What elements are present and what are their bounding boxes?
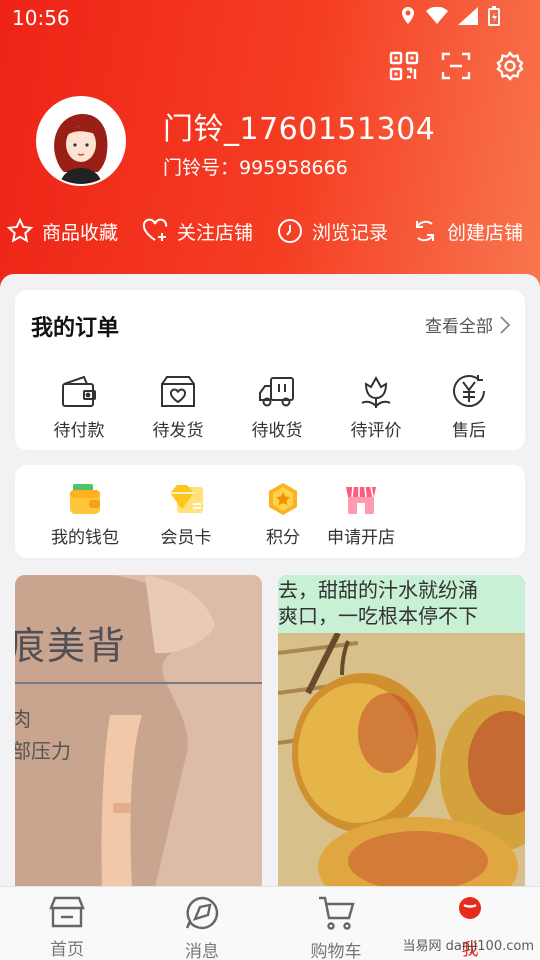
tab-messages[interactable]: 消息	[162, 895, 242, 960]
cart-icon	[319, 896, 355, 930]
truck-icon	[259, 377, 294, 407]
wallet-color-icon	[70, 484, 100, 514]
flower-icon	[361, 375, 391, 408]
tab-cart[interactable]: 购物车	[296, 895, 376, 960]
chevron-right-icon	[500, 315, 511, 334]
watermark: 当易网 danji100.com	[402, 939, 534, 954]
order-pending-payment[interactable]: 待付款	[39, 370, 119, 441]
quick-link-create-shop[interactable]: 创建店铺	[411, 214, 523, 248]
service-apply-shop[interactable]: 申请开店	[316, 481, 406, 548]
service-label: 申请开店	[327, 528, 395, 548]
product-card-2[interactable]: 去，甜甜的汁水就纷涌 爽口，一吃根本停不下	[278, 575, 525, 887]
order-pending-review[interactable]: 待评价	[336, 370, 416, 441]
quick-link-label: 创建店铺	[447, 221, 524, 244]
order-label: 售后	[452, 421, 486, 441]
product-image-2	[278, 633, 525, 887]
clock-icon	[278, 219, 302, 243]
orders-card: 我的订单 查看全部 待付款 待发货 待收货 待评价 售后	[15, 290, 525, 450]
location-icon	[402, 7, 414, 24]
bottom-tab-bar: 首页 消息 购物车 我 当易网 danji100.com	[0, 886, 540, 960]
vip-card-icon	[170, 485, 203, 513]
wallet-icon	[62, 375, 96, 407]
refresh-icon	[416, 220, 434, 242]
avatar-illustration	[38, 98, 124, 184]
qr-code-button[interactable]	[386, 48, 422, 84]
order-pending-receipt[interactable]: 待收货	[237, 370, 317, 441]
profile-icon	[459, 897, 481, 919]
order-pending-shipment[interactable]: 待发货	[138, 370, 218, 441]
settings-button[interactable]	[492, 48, 528, 84]
avatar[interactable]	[36, 96, 126, 186]
tab-label: 购物车	[310, 942, 362, 960]
order-label: 待评价	[350, 421, 402, 441]
product-banner-subtext: 肉 部压力	[15, 707, 71, 763]
wifi-icon	[426, 7, 448, 24]
service-label: 会员卡	[160, 528, 212, 548]
service-wallet[interactable]: 我的钱包	[40, 481, 130, 548]
battery-icon	[488, 6, 500, 26]
tab-label: 消息	[185, 942, 219, 960]
shop-icon	[346, 486, 376, 514]
quick-link-followed-shops[interactable]: 关注店铺	[141, 214, 253, 248]
status-time: 10:56	[12, 6, 70, 30]
tab-home[interactable]: 首页	[27, 895, 107, 960]
order-label: 待收货	[251, 421, 303, 441]
view-all-orders-link[interactable]: 查看全部	[425, 312, 511, 337]
box-icon	[161, 376, 195, 407]
order-after-sales[interactable]: 售后	[429, 370, 509, 441]
yen-refund-icon	[453, 375, 485, 407]
service-points[interactable]: 积分	[238, 481, 328, 548]
view-all-label: 查看全部	[425, 317, 493, 337]
quick-link-favorites[interactable]: 商品收藏	[6, 214, 118, 248]
heart-plus-icon	[142, 218, 168, 241]
home-icon	[49, 896, 85, 928]
quick-link-label: 商品收藏	[42, 221, 119, 244]
quick-link-label: 关注店铺	[177, 221, 254, 244]
qr-code-icon	[389, 51, 419, 81]
service-label: 我的钱包	[51, 528, 119, 548]
quick-links: 商品收藏 关注店铺 浏览记录 创建店铺	[0, 214, 540, 248]
order-label: 待付款	[53, 421, 105, 441]
product-banner-text: 去，甜甜的汁水就纷涌 爽口，一吃根本停不下	[278, 578, 478, 628]
points-icon	[269, 483, 297, 515]
quick-link-history[interactable]: 浏览记录	[276, 214, 388, 248]
username: 门铃_1760151304	[163, 112, 436, 147]
product-banner-text: 痕美背	[15, 624, 128, 668]
message-icon	[185, 896, 219, 930]
service-vip-card[interactable]: 会员卡	[141, 481, 231, 548]
profile-header: 10:56 门铃_1760151304 门铃号：995958666 商品收藏 关…	[0, 0, 540, 300]
orders-title: 我的订单	[31, 316, 120, 341]
product-card-1[interactable]: 痕美背 肉 部压力	[15, 575, 262, 887]
member-id: 门铃号：995958666	[163, 157, 348, 179]
scan-button[interactable]	[438, 48, 474, 84]
scan-icon	[441, 52, 471, 80]
service-label: 积分	[266, 528, 300, 548]
star-icon	[6, 217, 34, 243]
order-label: 待发货	[152, 421, 204, 441]
status-bar: 10:56	[0, 0, 540, 36]
quick-link-label: 浏览记录	[312, 221, 389, 244]
gear-icon	[496, 51, 524, 81]
tab-label: 首页	[50, 940, 84, 960]
signal-icon	[458, 7, 478, 25]
status-icons	[400, 6, 500, 26]
services-card: 我的钱包 会员卡 积分 申请开店	[15, 465, 525, 558]
